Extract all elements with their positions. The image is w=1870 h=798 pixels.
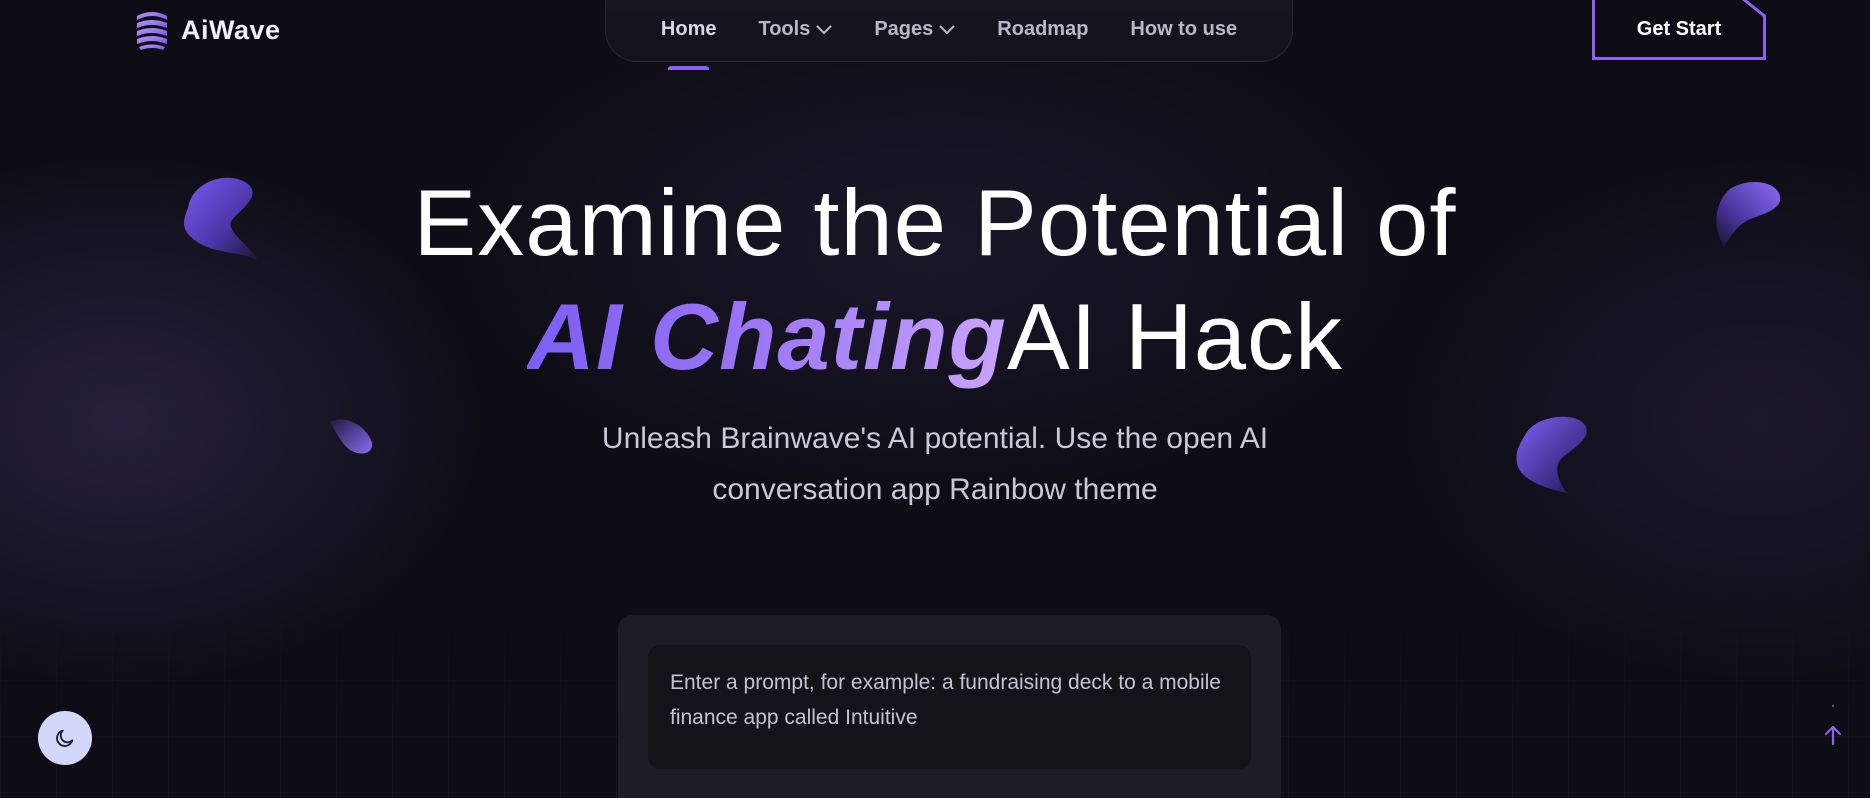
hero-subtitle: Unleash Brainwave's AI potential. Use th… — [601, 422, 1269, 506]
nav-item-how-to-use[interactable]: How to use — [1130, 18, 1237, 41]
brand-logo[interactable]: AiWave — [133, 8, 281, 52]
nav-item-label: Home — [660, 18, 717, 40]
scroll-progress-dot — [1832, 705, 1834, 707]
active-indicator — [667, 66, 710, 70]
nav-item-tools[interactable]: Tools — [758, 18, 832, 41]
arrow-up-icon — [1824, 725, 1842, 746]
get-start-button[interactable]: Get Start — [1592, 0, 1766, 60]
hero-rotating-text: AI Hack — [1006, 284, 1344, 389]
nav-item-roadmap[interactable]: Roadmap — [997, 18, 1088, 41]
nav-item-label: Pages — [874, 18, 934, 40]
nav-item-label: Roadmap — [997, 18, 1089, 40]
prompt-card: Enter a prompt, for example: a fundraisi… — [618, 615, 1281, 798]
nav-item-label: Tools — [758, 18, 811, 40]
blob-shape-left-small — [330, 419, 373, 454]
nav-item-pages[interactable]: Pages — [874, 18, 955, 41]
hero-accent-text: AI Chating — [526, 284, 1007, 389]
page: AiWave Home Tools Pages Roadmap How to u… — [0, 0, 1870, 798]
scroll-to-top-button[interactable] — [1818, 715, 1848, 755]
theme-toggle-button[interactable] — [38, 711, 92, 765]
get-start-label: Get Start — [1636, 17, 1722, 40]
nav-item-label: How to use — [1130, 18, 1238, 40]
chevron-down-icon — [816, 25, 832, 34]
hero-title-line2: AI ChatingAI Hack — [0, 282, 1870, 419]
chevron-down-icon — [939, 25, 955, 34]
brand-name: AiWave — [181, 14, 281, 45]
hero-title: Examine the Potential of — [413, 170, 1457, 275]
moon-icon — [56, 729, 74, 747]
main-nav: Home Tools Pages Roadmap How to use — [605, 0, 1293, 70]
nav-item-home[interactable]: Home — [660, 18, 717, 70]
layered-stack-logo-icon — [137, 12, 167, 50]
blob-shape-right-mid — [1516, 416, 1587, 493]
prompt-input[interactable]: Enter a prompt, for example: a fundraisi… — [648, 645, 1251, 769]
